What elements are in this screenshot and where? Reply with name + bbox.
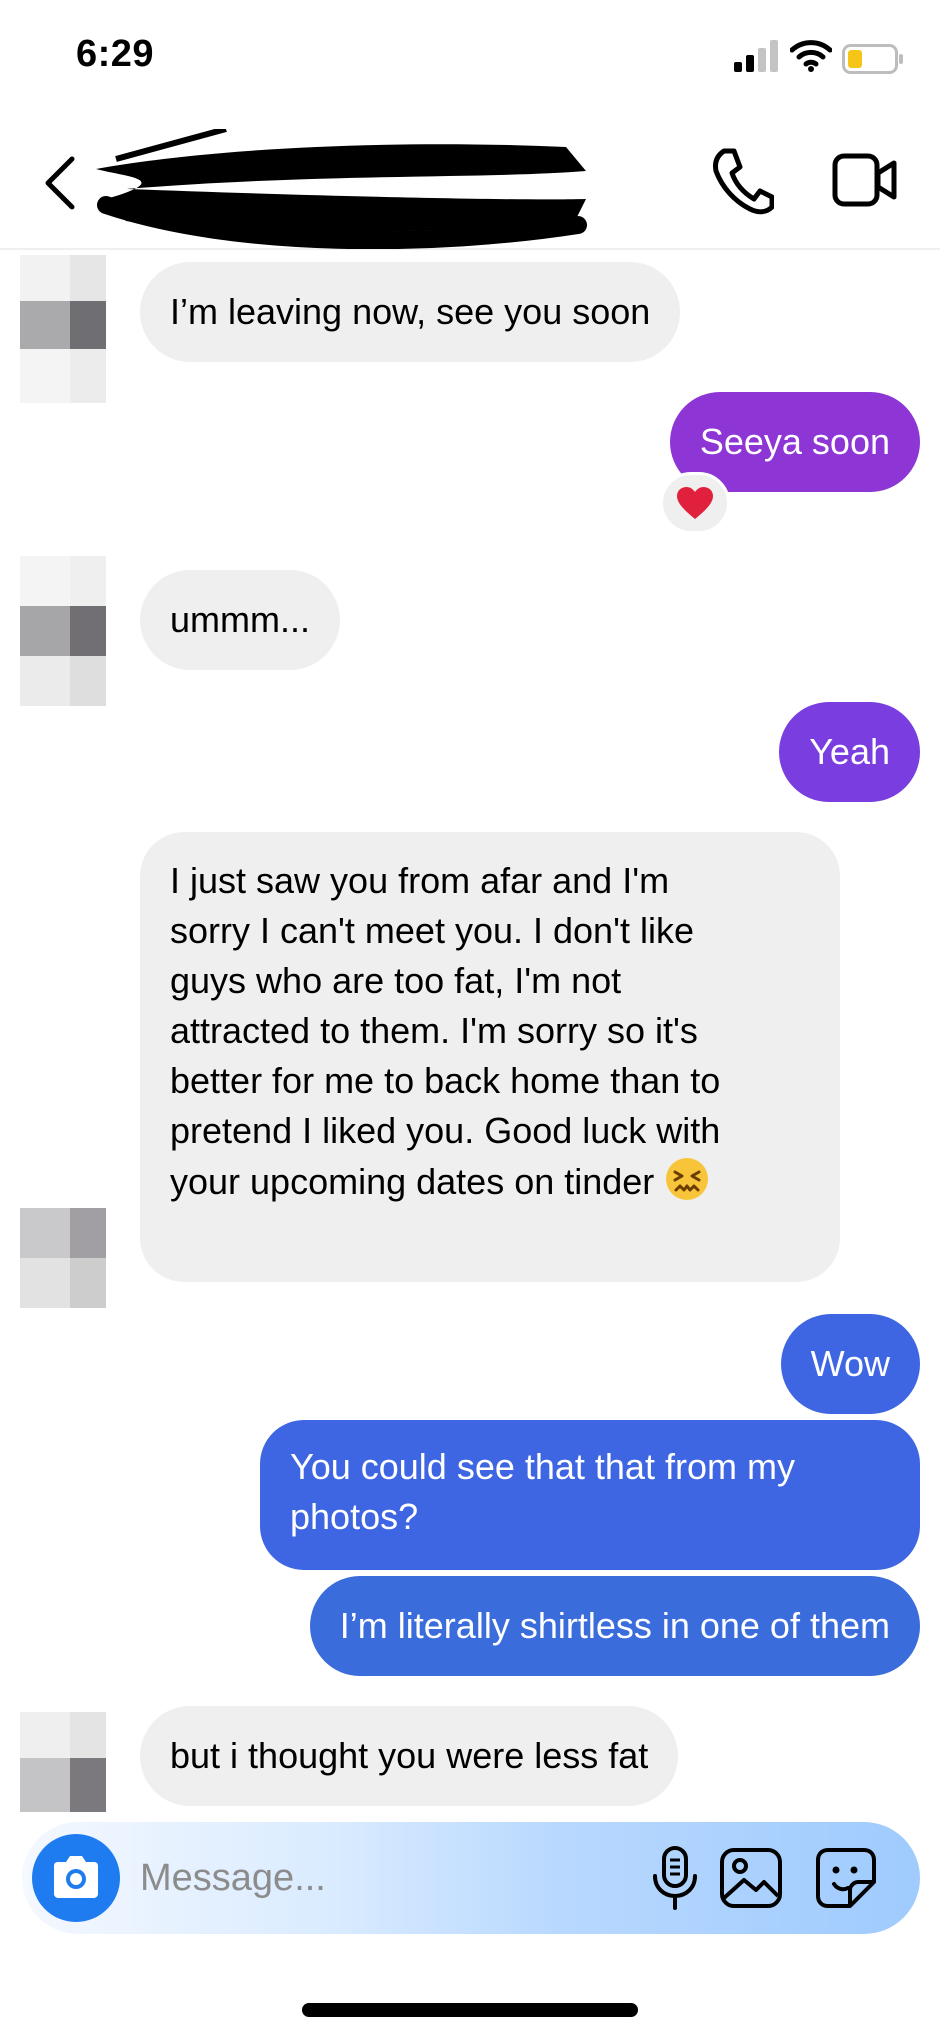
confounded-face-icon [666, 1158, 709, 1200]
gallery-button[interactable] [718, 1846, 784, 1910]
camera-icon [54, 1856, 98, 1898]
avatar-image [20, 255, 106, 403]
message-line: your upcoming dates on tinder [170, 1161, 655, 1202]
message-line: pretend I liked you. Good luck with [170, 1110, 721, 1151]
avatar-image [20, 1712, 106, 1812]
outgoing-message[interactable]: You could see that that from my photos? [260, 1420, 920, 1570]
heart-icon [677, 487, 713, 519]
message-line: better for me to back home than to [170, 1060, 721, 1101]
wifi-icon [790, 40, 832, 72]
message-line: You could see that that from my [290, 1446, 795, 1487]
chat-header [0, 115, 940, 250]
home-indicator[interactable] [302, 2003, 638, 2017]
message-line: I just saw you from afar and I'm [170, 860, 670, 901]
outgoing-message[interactable]: I’m literally shirtless in one of them [309, 1576, 920, 1676]
status-bar: 6:29 [0, 0, 940, 115]
avatar-image [20, 1208, 106, 1308]
incoming-message[interactable]: I just saw you from afar and I'm sorry I… [140, 832, 840, 1282]
video-call-button[interactable] [832, 151, 898, 209]
incoming-message[interactable]: I’m leaving now, see you soon [140, 262, 681, 362]
camera-button[interactable] [32, 1834, 120, 1922]
avatar[interactable] [20, 556, 106, 706]
incoming-message[interactable]: ummm... [140, 570, 340, 670]
message-line: sorry I can't meet you. I don't like [170, 910, 694, 951]
message-list[interactable]: I’m leaving now, see you soon Seeya soon… [0, 252, 940, 1820]
microphone-button[interactable] [650, 1846, 700, 1910]
battery-low-icon [842, 44, 903, 74]
redaction-scribble [96, 129, 587, 249]
outgoing-message[interactable]: Yeah [779, 702, 920, 802]
message-input[interactable] [140, 1848, 610, 1908]
reaction-badge[interactable] [660, 472, 730, 534]
message-line: guys who are too fat, I'm not [170, 960, 622, 1001]
message-line: attracted to them. I'm sorry so it's [170, 1010, 698, 1051]
outgoing-message[interactable]: Wow [780, 1314, 920, 1414]
cellular-signal-icon [734, 40, 778, 72]
avatar[interactable] [20, 1208, 106, 1308]
back-button[interactable] [40, 153, 80, 213]
avatar-image [20, 556, 106, 706]
avatar[interactable] [20, 1712, 106, 1812]
incoming-message[interactable]: but i thought you were less fat [140, 1706, 679, 1806]
message-composer [22, 1822, 920, 1934]
status-time: 6:29 [76, 33, 155, 75]
avatar[interactable] [20, 255, 106, 403]
phone-call-button[interactable] [712, 147, 774, 215]
sticker-button[interactable] [814, 1846, 878, 1910]
message-line: photos? [290, 1496, 419, 1537]
